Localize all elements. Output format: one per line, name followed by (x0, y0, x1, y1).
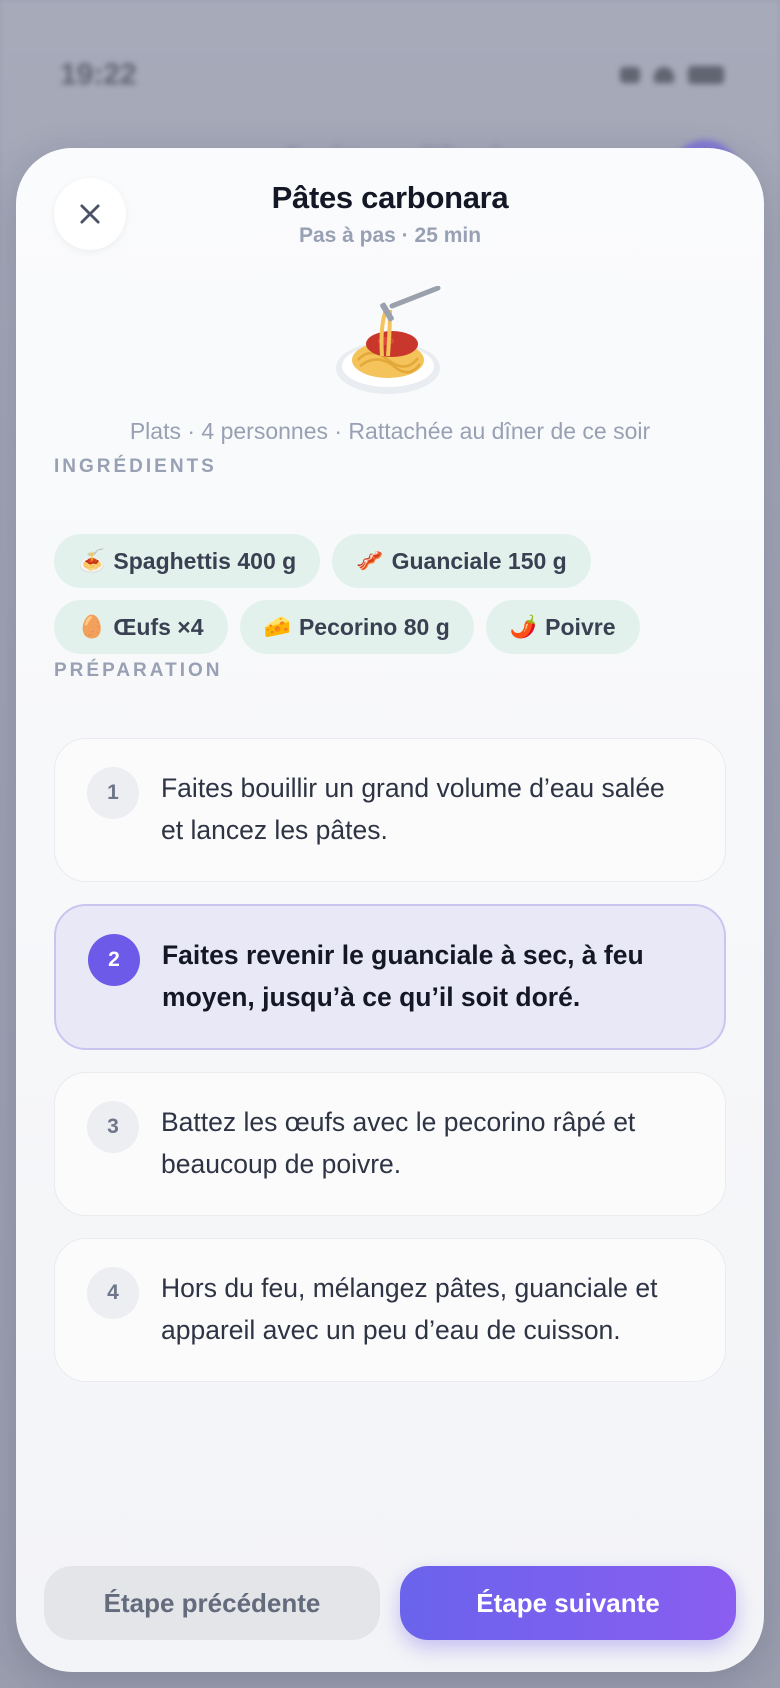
status-icons (620, 66, 724, 84)
step-number: 2 (88, 934, 140, 986)
step-text: Faites bouillir un grand volume d’eau sa… (161, 773, 665, 845)
recipe-title: Pâtes carbonara (271, 180, 509, 215)
wifi-icon (654, 67, 674, 83)
ingredient-label: Pecorino 80 g (298, 613, 450, 640)
previous-step-button[interactable]: Étape précédente (44, 1566, 380, 1640)
ingredient-chip: 🥚 Œufs ×4 (54, 600, 228, 654)
cheese-icon: 🧀 (263, 614, 291, 639)
egg-icon: 🥚 (78, 614, 106, 639)
preparation-label: PRÉPARATION (54, 660, 223, 681)
ingredients-list: 🍝 Spaghettis 400 g 🥓 Guanciale 150 g 🥚 Œ… (54, 534, 734, 654)
recipe-sheet: Pâtes carbonara Pas à pas · 25 min Plats… (16, 148, 764, 1672)
step-text: Hors du feu, mélangez pâtes, guanciale e… (161, 1273, 658, 1345)
step-card[interactable]: 4 Hors du feu, mélangez pâtes, guanciale… (54, 1238, 726, 1382)
ingredient-label: Guanciale 150 g (391, 547, 567, 574)
step-text: Faites revenir le guanciale à sec, à feu… (162, 940, 644, 1012)
steps-list: 1 Faites bouillir un grand volume d’eau … (54, 738, 726, 1404)
hero (16, 286, 764, 406)
step-card-active[interactable]: 2 Faites revenir le guanciale à sec, à f… (54, 904, 726, 1050)
step-number: 3 (87, 1101, 139, 1153)
ingredient-chip: 🧀 Pecorino 80 g (239, 600, 474, 654)
status-bar: 19:22 (60, 58, 724, 92)
step-card[interactable]: 1 Faites bouillir un grand volume d’eau … (54, 738, 726, 882)
ingredient-label: Spaghettis 400 g (113, 547, 297, 574)
step-text: Battez les œufs avec le pecorino râpé et… (161, 1107, 636, 1179)
signal-icon (620, 67, 640, 83)
ingredient-chip: 🥓 Guanciale 150 g (332, 534, 591, 588)
sheet-header: Pâtes carbonara Pas à pas · 25 min (16, 180, 764, 248)
recipe-meta: Plats · 4 personnes · Rattachée au dîner… (129, 418, 651, 444)
step-card[interactable]: 3 Battez les œufs avec le pecorino râpé … (54, 1072, 726, 1216)
recipe-subtitle: Pas à pas · 25 min (298, 224, 482, 247)
step-number: 1 (87, 767, 139, 819)
battery-icon (688, 66, 724, 84)
status-time: 19:22 (60, 58, 137, 91)
step-number: 4 (87, 1267, 139, 1319)
ingredient-chip: 🍝 Spaghettis 400 g (54, 534, 321, 588)
step-navigation: Étape précédente Étape suivante (44, 1566, 736, 1640)
spaghetti-icon: 🍝 (78, 548, 106, 573)
ingredients-label: INGRÉDIENTS (54, 456, 217, 477)
pepper-icon: 🌶️ (509, 614, 538, 639)
spaghetti-icon (336, 286, 441, 394)
ingredient-label: Poivre (545, 613, 616, 640)
next-step-button[interactable]: Étape suivante (400, 1566, 736, 1640)
ingredient-chip: 🌶️ Poivre (485, 600, 640, 654)
bacon-icon: 🥓 (356, 548, 384, 573)
ingredient-label: Œufs ×4 (113, 613, 204, 640)
